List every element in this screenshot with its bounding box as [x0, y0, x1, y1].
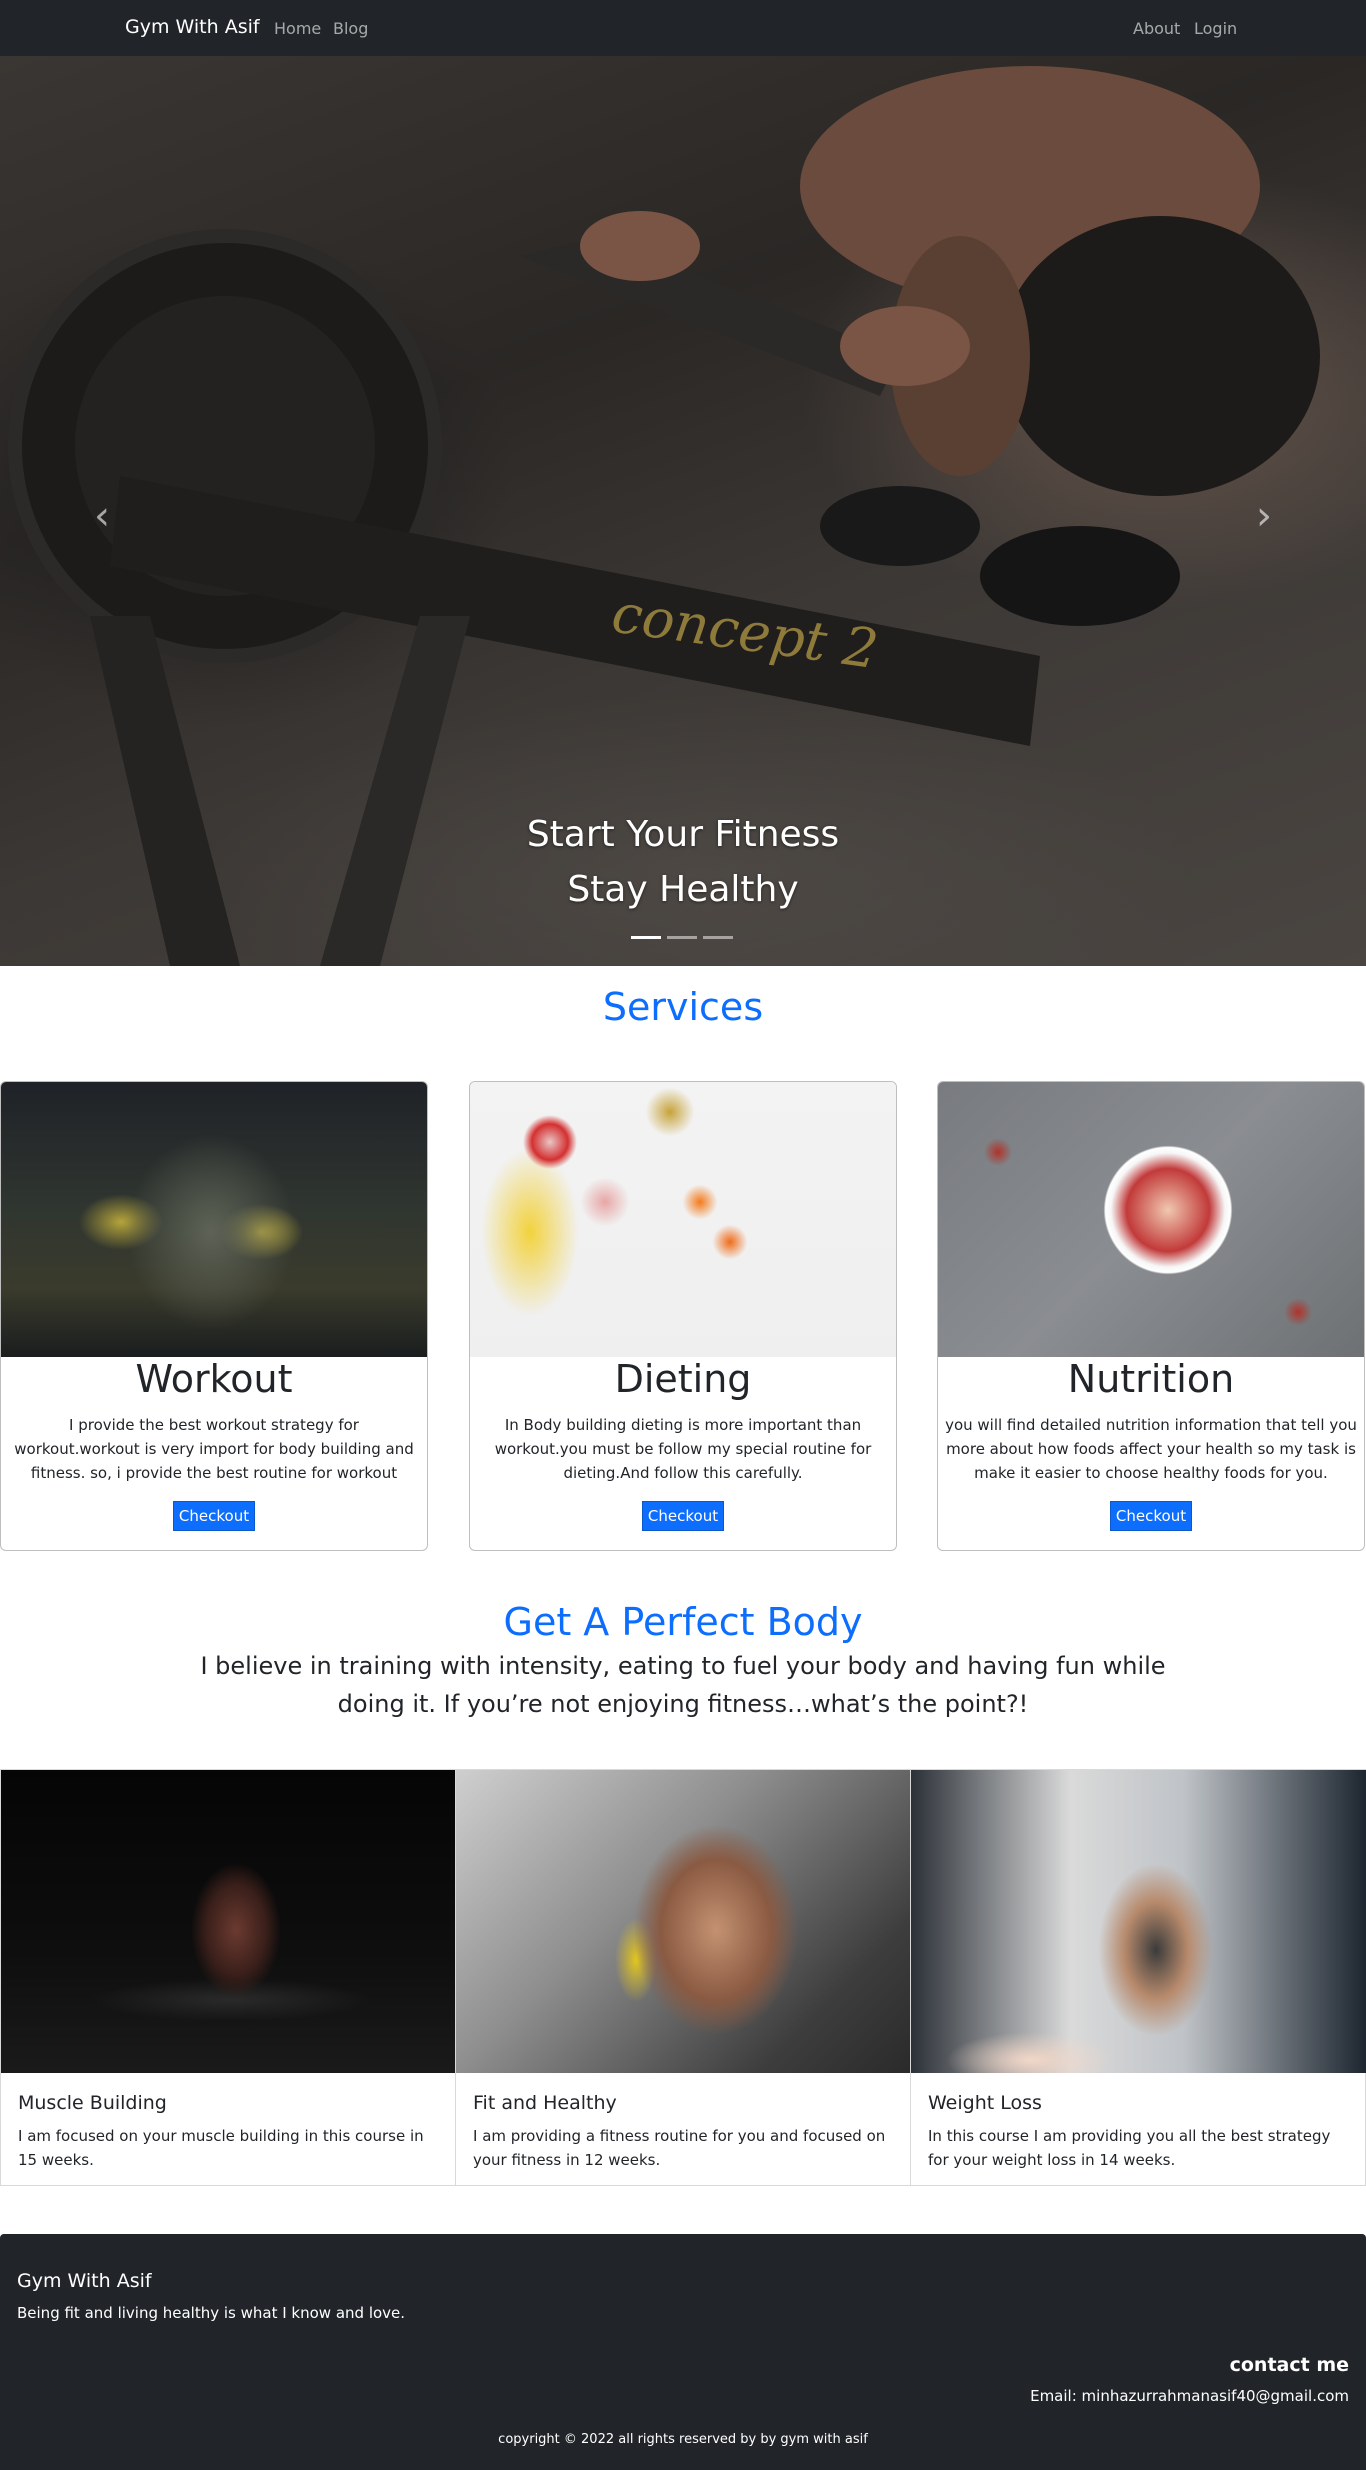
chevron-left-icon[interactable]: ‹ — [82, 486, 122, 546]
course-text: I am providing a fitness routine for you… — [473, 2127, 886, 2169]
email-label: Email: — [1030, 2387, 1082, 2405]
card-title: Dieting — [614, 1357, 752, 1401]
copyright-text: copyright © 2022 all rights reserved by … — [498, 2432, 868, 2447]
footer-brand: Gym With Asif — [17, 2270, 152, 2292]
perfect-body-quote: I believe in training with intensity, ea… — [200, 1652, 1166, 1718]
card-text: In Body building dieting is more importa… — [494, 1416, 872, 1482]
hero-carousel: concept 2 ‹ › Start Your Fitness Stay He… — [0, 56, 1366, 966]
email-link[interactable]: minhazurrahmanasif40@gmail.com — [1082, 2387, 1349, 2405]
navbar-brand[interactable]: Gym With Asif — [125, 16, 260, 38]
carousel-indicator[interactable] — [703, 936, 733, 939]
checkout-button[interactable]: Checkout — [1110, 1501, 1192, 1531]
service-card-workout: Workout I provide the best workout strat… — [0, 1081, 428, 1551]
workout-image — [1, 1082, 427, 1357]
nav-link-home[interactable]: Home — [274, 19, 321, 38]
course-card-fit-and-healthy: Fit and Healthy I am providing a fitness… — [456, 1770, 911, 2185]
card-text: you will find detailed nutrition informa… — [945, 1416, 1357, 1482]
fit-and-healthy-image — [456, 1770, 910, 2073]
course-title: Muscle Building — [18, 2092, 167, 2114]
nav-link-login[interactable]: Login — [1194, 19, 1237, 38]
course-card-group: Muscle Building I am focused on your mus… — [0, 1769, 1366, 2186]
footer-email-row: Email: minhazurrahmanasif40@gmail.com — [1030, 2387, 1349, 2405]
chevron-right-icon[interactable]: › — [1244, 486, 1284, 546]
checkout-button[interactable]: Checkout — [642, 1501, 724, 1531]
contact-title: contact me — [1229, 2354, 1349, 2376]
course-card-muscle-building: Muscle Building I am focused on your mus… — [1, 1770, 456, 2185]
footer-tagline: Being fit and living healthy is what I k… — [17, 2304, 406, 2322]
perfect-body-title: Get A Perfect Body — [503, 1600, 863, 1644]
carousel-indicator[interactable] — [667, 936, 697, 939]
course-text: In this course I am providing you all th… — [928, 2127, 1331, 2169]
course-card-weight-loss: Weight Loss In this course I am providin… — [911, 1770, 1366, 2185]
navbar: Gym With Asif Home Blog About Login — [0, 0, 1366, 56]
course-title: Fit and Healthy — [473, 2092, 617, 2114]
service-card-nutrition: Nutrition you will find detailed nutriti… — [937, 1081, 1365, 1551]
card-text: I provide the best workout strategy for … — [14, 1416, 414, 1482]
nav-link-blog[interactable]: Blog — [333, 19, 368, 38]
carousel-indicator[interactable] — [631, 936, 661, 939]
hero-caption-line2: Stay Healthy — [567, 869, 799, 910]
nav-link-about[interactable]: About — [1133, 19, 1180, 38]
muscle-building-image — [1, 1770, 455, 2073]
course-text: I am focused on your muscle building in … — [18, 2127, 424, 2169]
weight-loss-image — [911, 1770, 1366, 2073]
course-title: Weight Loss — [928, 2092, 1042, 2114]
nutrition-image — [938, 1082, 1364, 1357]
service-card-dieting: Dieting In Body building dieting is more… — [469, 1081, 897, 1551]
footer: Gym With Asif Being fit and living healt… — [0, 2234, 1366, 2470]
hero-caption-line1: Start Your Fitness — [526, 814, 840, 855]
services-title: Services — [602, 985, 764, 1029]
card-title: Workout — [135, 1357, 293, 1401]
checkout-button[interactable]: Checkout — [173, 1501, 255, 1531]
card-title: Nutrition — [1067, 1357, 1235, 1401]
dieting-image — [470, 1082, 896, 1357]
